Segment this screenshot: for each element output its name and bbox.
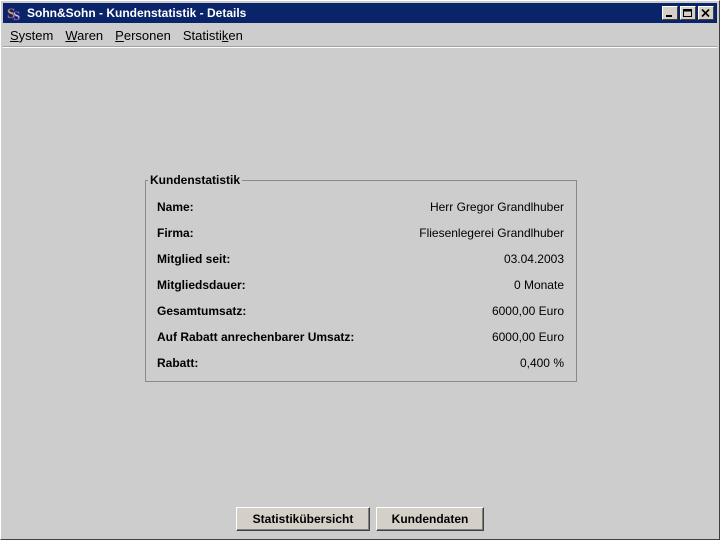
menu-system[interactable]: System [10,28,53,43]
value-discount: 0,400 % [519,356,564,370]
window-controls [662,6,714,20]
row-member-since: Mitglied seit: 03.04.2003 [157,251,564,267]
minimize-icon[interactable] [662,6,678,20]
row-discountable-sales: Auf Rabatt anrechenbarer Umsatz: 6000,00… [157,329,564,345]
row-name: Name: Herr Gregor Grandlhuber [157,199,564,215]
menu-statistiken-pre: Statisti [182,27,222,43]
row-discount: Rabatt: 0,400 % [157,355,564,371]
label-total-sales: Gesamtumsatz: [157,304,247,318]
menu-statistiken-post: en [228,27,243,43]
menu-waren[interactable]: Waren [65,28,103,43]
main-window: S S Sohn&Sohn - Kundenstatistik - Detail… [0,0,720,540]
value-member-since: 03.04.2003 [503,252,564,266]
label-member-since: Mitglied seit: [157,252,231,266]
window-title: Sohn&Sohn - Kundenstatistik - Details [27,6,247,20]
label-name: Name: [157,200,194,214]
menu-bar: System Waren Personen Statistiken [3,25,717,45]
menu-personen-rest: ersonen [123,27,171,43]
value-name: Herr Gregor Grandlhuber [429,200,564,214]
sohn-logo-icon[interactable]: S S [6,4,24,22]
title-bar[interactable]: S S Sohn&Sohn - Kundenstatistik - Detail… [3,3,717,23]
label-company: Firma: [157,226,194,240]
svg-text:S: S [13,8,20,22]
value-discountable-sales: 6000,00 Euro [491,330,564,344]
row-company: Firma: Fliesenlegerei Grandlhuber [157,225,564,241]
menu-statistiken[interactable]: Statistiken [183,28,243,43]
customer-data-button[interactable]: Kundendaten [376,507,484,531]
maximize-icon[interactable] [680,6,696,20]
menu-personen[interactable]: Personen [115,28,171,43]
value-total-sales: 6000,00 Euro [491,304,564,318]
label-membership-duration: Mitgliedsdauer: [157,278,246,292]
customer-statistics-panel: Kundenstatistik Name: Herr Gregor Grandl… [145,173,577,382]
label-discountable-sales: Auf Rabatt anrechenbarer Umsatz: [157,330,355,344]
menu-system-rest: ystem [18,27,54,43]
statistics-overview-button[interactable]: Statistikübersicht [236,507,370,531]
menu-system-mnemonic: S [10,27,19,43]
panel-title: Kundenstatistik [148,173,243,187]
menu-personen-mnemonic: P [115,27,124,43]
close-icon[interactable] [698,6,714,20]
label-discount: Rabatt: [157,356,199,370]
menu-waren-mnemonic: W [65,27,78,43]
value-company: Fliesenlegerei Grandlhuber [419,226,564,240]
menu-waren-rest: aren [77,27,104,43]
row-membership-duration: Mitgliedsdauer: 0 Monate [157,277,564,293]
menu-separator [3,46,717,48]
value-membership-duration: 0 Monate [513,278,564,292]
row-total-sales: Gesamtumsatz: 6000,00 Euro [157,303,564,319]
